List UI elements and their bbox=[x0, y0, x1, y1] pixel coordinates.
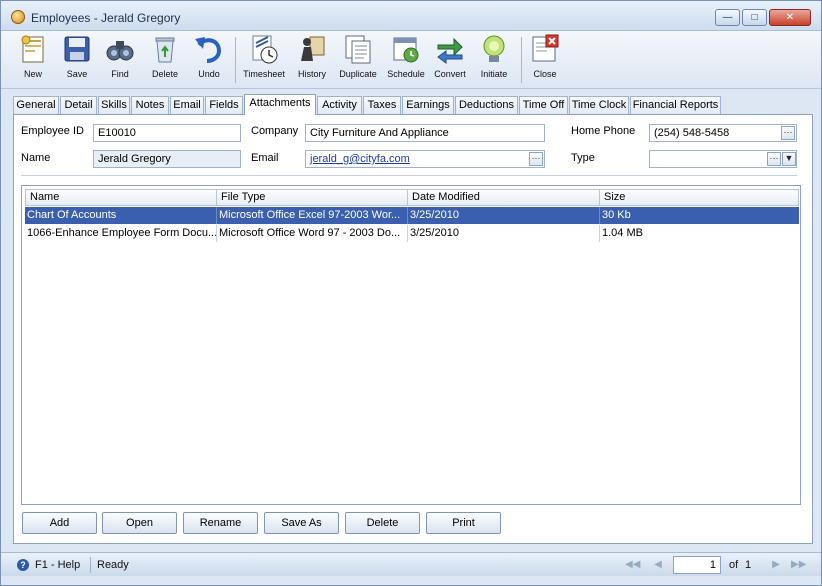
tab-general[interactable]: General bbox=[13, 96, 59, 114]
add-button[interactable]: Add bbox=[22, 512, 97, 534]
email-label: Email bbox=[251, 152, 279, 164]
timesheet-button[interactable]: Timesheet bbox=[241, 33, 287, 87]
window-title: Employees - Jerald Gregory bbox=[31, 11, 181, 25]
undo-button[interactable]: Undo bbox=[191, 33, 227, 87]
print-button[interactable]: Print bbox=[426, 512, 501, 534]
cell-size: 1.04 MB bbox=[599, 225, 799, 242]
home-phone-label: Home Phone bbox=[571, 125, 636, 137]
tab-activity[interactable]: Activity bbox=[317, 96, 362, 114]
tab-time-clock[interactable]: Time Clock bbox=[569, 96, 629, 114]
tab-detail[interactable]: Detail bbox=[60, 96, 97, 114]
home-phone-ellipsis-button[interactable]: ··· bbox=[781, 126, 795, 140]
help-icon[interactable]: ? bbox=[17, 559, 29, 571]
employee-window: Employees - Jerald Gregory — □ ✕ New Sav… bbox=[0, 0, 822, 586]
page-total: 1 bbox=[745, 559, 752, 571]
cell-name: 1066-Enhance Employee Form Docu... bbox=[27, 227, 216, 239]
tab-taxes[interactable]: Taxes bbox=[363, 96, 401, 114]
open-button[interactable]: Open bbox=[102, 512, 177, 534]
tab-attachments[interactable]: Attachments bbox=[244, 94, 316, 115]
schedule-button[interactable]: Schedule bbox=[385, 33, 427, 87]
new-document-icon bbox=[21, 35, 44, 63]
column-header-file-type[interactable]: File Type bbox=[216, 189, 408, 206]
column-header-size[interactable]: Size bbox=[599, 189, 799, 206]
name-field[interactable]: Jerald Gregory bbox=[93, 150, 241, 168]
tab-time-off[interactable]: Time Off bbox=[519, 96, 568, 114]
email-field[interactable]: jerald_g@cityfa.com bbox=[305, 150, 545, 168]
schedule-calendar-icon bbox=[393, 37, 419, 63]
save-as-button[interactable]: Save As bbox=[264, 512, 339, 534]
maximize-button[interactable]: □ bbox=[742, 9, 767, 26]
close-button[interactable]: Close bbox=[527, 33, 563, 87]
cell-name: Chart Of Accounts bbox=[27, 209, 117, 221]
cell-file-type: Microsoft Office Excel 97-2003 Wor... bbox=[216, 207, 408, 224]
recycle-bin-icon bbox=[155, 37, 175, 63]
close-form-icon bbox=[532, 34, 559, 62]
window-controls: — □ ✕ bbox=[715, 9, 811, 26]
help-hint[interactable]: F1 - Help bbox=[35, 559, 80, 571]
delete-attachment-button[interactable]: Delete bbox=[345, 512, 420, 534]
first-page-icon[interactable]: ◀◀ bbox=[625, 558, 640, 572]
status-bar: ? F1 - Help Ready ◀◀ ◀ 1 of 1 ▶ ▶▶ bbox=[1, 552, 821, 576]
history-button[interactable]: History bbox=[293, 33, 331, 87]
page-of-label: of bbox=[729, 559, 739, 571]
previous-page-icon[interactable]: ◀ bbox=[651, 558, 665, 572]
duplicate-pages-icon bbox=[345, 35, 371, 64]
close-window-button[interactable]: ✕ bbox=[769, 9, 811, 26]
tab-email[interactable]: Email bbox=[170, 96, 204, 114]
status-separator bbox=[90, 557, 91, 573]
toolbar-separator bbox=[235, 37, 236, 83]
cell-date-modified: 3/25/2010 bbox=[407, 207, 600, 224]
convert-arrows-icon bbox=[437, 37, 463, 64]
initiate-light-icon bbox=[483, 35, 505, 62]
column-header-date-modified[interactable]: Date Modified bbox=[407, 189, 600, 206]
duplicate-button[interactable]: Duplicate bbox=[337, 33, 379, 87]
type-ellipsis-button[interactable]: ··· bbox=[767, 152, 781, 166]
toolbar: New Save Find Delete Undo Timesheet Hist… bbox=[1, 31, 821, 89]
name-label: Name bbox=[21, 152, 51, 164]
undo-arrow-icon bbox=[195, 37, 222, 63]
company-label: Company bbox=[251, 125, 299, 137]
title-bar: Employees - Jerald Gregory — □ ✕ bbox=[1, 1, 821, 31]
employee-id-field[interactable]: E10010 bbox=[93, 124, 241, 142]
binoculars-icon bbox=[106, 41, 134, 61]
cell-date-modified: 3/25/2010 bbox=[407, 225, 600, 242]
home-phone-field[interactable]: (254) 548-5458 bbox=[649, 124, 797, 142]
tab-deductions[interactable]: Deductions bbox=[455, 96, 518, 114]
page-number-input[interactable]: 1 bbox=[673, 556, 721, 574]
initiate-button[interactable]: Initiate bbox=[475, 33, 513, 87]
tab-fields[interactable]: Fields bbox=[205, 96, 243, 114]
toolbar-separator bbox=[521, 37, 522, 83]
history-figure-icon bbox=[301, 36, 325, 61]
tab-financial-reports[interactable]: Financial Reports bbox=[630, 96, 721, 114]
rename-button[interactable]: Rename bbox=[183, 512, 258, 534]
table-row[interactable]: 1066-Enhance Employee Form Docu... Micro… bbox=[25, 225, 799, 242]
tab-notes[interactable]: Notes bbox=[131, 96, 169, 114]
employee-id-label: Employee ID bbox=[21, 125, 84, 137]
convert-button[interactable]: Convert bbox=[431, 33, 469, 87]
next-page-icon[interactable]: ▶ bbox=[769, 558, 783, 572]
attachments-grid: Name File Type Date Modified Size Chart … bbox=[21, 185, 801, 505]
app-icon bbox=[11, 10, 25, 24]
tab-earnings[interactable]: Earnings bbox=[402, 96, 454, 114]
type-label: Type bbox=[571, 152, 595, 164]
delete-button[interactable]: Delete bbox=[147, 33, 183, 87]
timesheet-clock-icon bbox=[252, 35, 278, 64]
cell-file-type: Microsoft Office Word 97 - 2003 Do... bbox=[216, 225, 408, 242]
column-header-name[interactable]: Name bbox=[25, 189, 217, 206]
form-divider bbox=[21, 175, 797, 176]
cell-size: 30 Kb bbox=[599, 207, 799, 224]
status-text: Ready bbox=[97, 559, 129, 571]
company-field[interactable]: City Furniture And Appliance bbox=[305, 124, 545, 142]
type-dropdown-button[interactable]: ▼ bbox=[782, 152, 796, 166]
tab-skills[interactable]: Skills bbox=[98, 96, 130, 114]
minimize-button[interactable]: — bbox=[715, 9, 740, 26]
new-button[interactable]: New bbox=[15, 33, 51, 87]
find-button[interactable]: Find bbox=[102, 33, 138, 87]
last-page-icon[interactable]: ▶▶ bbox=[791, 558, 806, 572]
save-button[interactable]: Save bbox=[59, 33, 95, 87]
floppy-disk-icon bbox=[64, 36, 90, 62]
table-row[interactable]: Chart Of Accounts Microsoft Office Excel… bbox=[25, 207, 799, 224]
email-ellipsis-button[interactable]: ··· bbox=[529, 152, 543, 166]
